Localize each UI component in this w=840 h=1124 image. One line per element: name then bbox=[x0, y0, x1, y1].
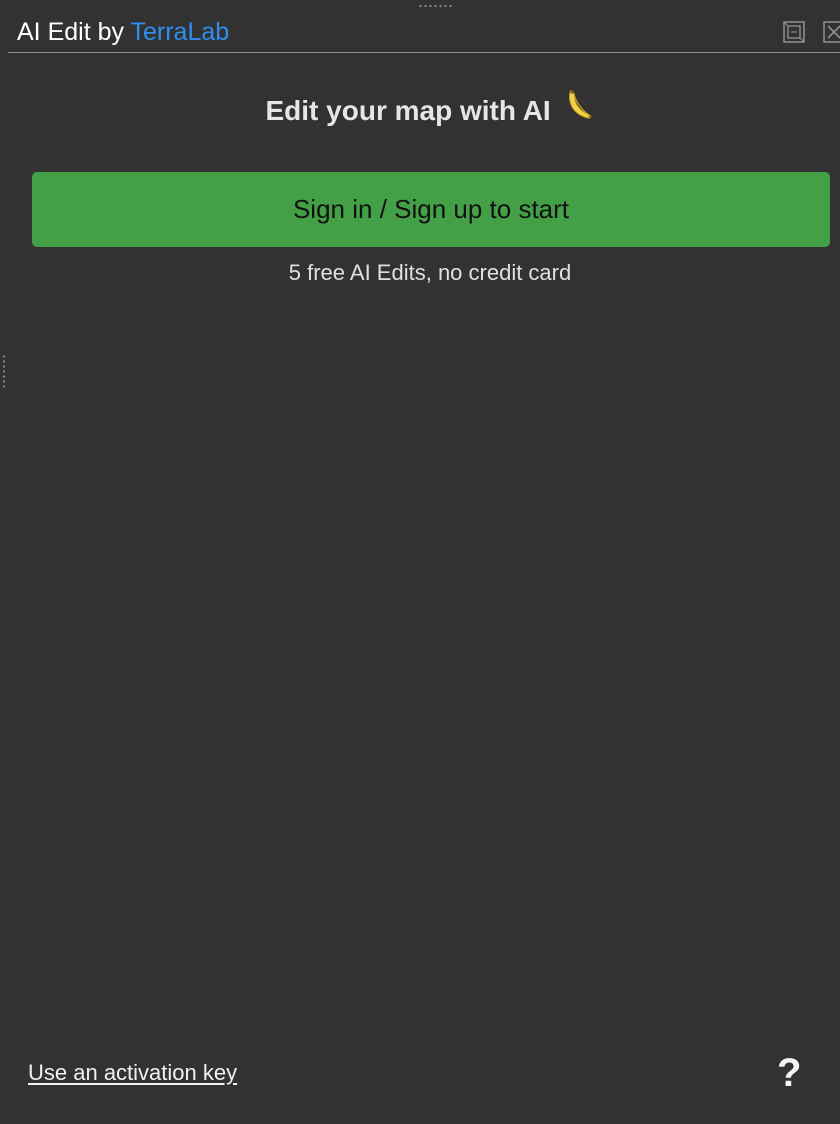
banana-icon bbox=[562, 88, 594, 131]
side-resize-handle[interactable] bbox=[2, 354, 6, 388]
help-icon[interactable]: ? bbox=[777, 1050, 801, 1096]
ai-edit-panel: AI Edit by TerraLab Edit your map with A… bbox=[0, 0, 840, 1124]
top-drag-handle[interactable] bbox=[418, 4, 452, 8]
sign-in-button[interactable]: Sign in / Sign up to start bbox=[32, 172, 830, 247]
panel-heading: Edit your map with AI bbox=[0, 90, 840, 131]
float-window-button[interactable] bbox=[782, 20, 806, 44]
close-panel-button[interactable] bbox=[822, 20, 840, 44]
title-prefix: AI Edit by bbox=[17, 18, 124, 46]
title-brand: TerraLab bbox=[130, 18, 230, 46]
free-edits-note: 5 free AI Edits, no credit card bbox=[288, 260, 572, 285]
heading-text: Edit your map with AI bbox=[265, 95, 551, 126]
panel-title: AI Edit by TerraLab bbox=[17, 17, 229, 47]
close-icon bbox=[823, 21, 840, 43]
activation-key-link[interactable]: Use an activation key bbox=[28, 1058, 237, 1088]
title-bar: AI Edit by TerraLab bbox=[8, 12, 840, 53]
float-window-icon bbox=[783, 21, 805, 43]
